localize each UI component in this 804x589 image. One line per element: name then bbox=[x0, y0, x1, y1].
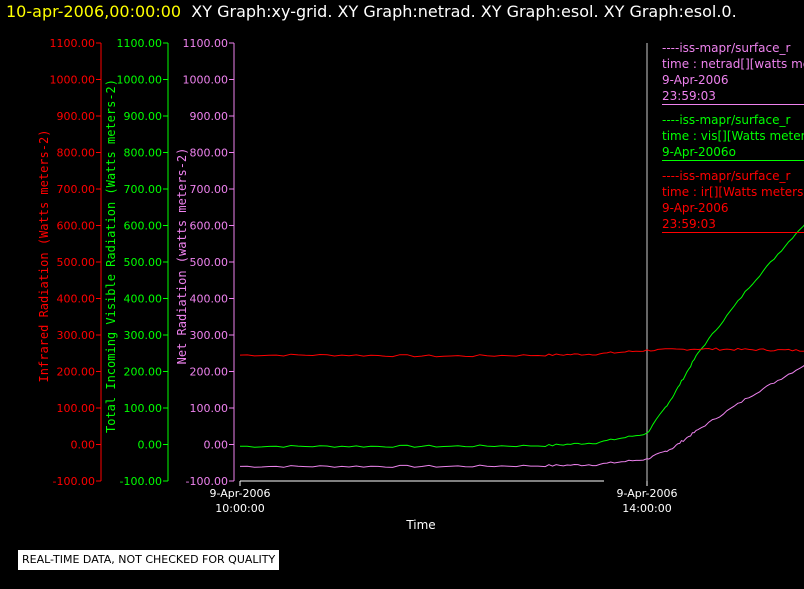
legend-line: 9-Apr-2006 bbox=[662, 73, 729, 87]
legend: ----iss-mapr/surface_rtime : netrad[][wa… bbox=[662, 40, 804, 240]
legend-separator bbox=[662, 104, 804, 105]
y-tick-label-netrad: 1000.00 bbox=[183, 74, 229, 87]
y-tick-label-netrad: 600.00 bbox=[190, 220, 229, 233]
y-tick-label-ir: 400.00 bbox=[57, 293, 96, 306]
y-tick-label-vis: 800.00 bbox=[124, 147, 163, 160]
x-tick-label: 14:00:00 bbox=[622, 502, 671, 515]
legend-line: ----iss-mapr/surface_r bbox=[662, 113, 791, 127]
y-tick-label-vis: 1000.00 bbox=[117, 74, 163, 87]
y-tick-label-netrad: 400.00 bbox=[190, 293, 229, 306]
y-tick-label-ir: 600.00 bbox=[57, 220, 96, 233]
quality-disclaimer: REAL-TIME DATA, NOT CHECKED FOR QUALITY bbox=[18, 550, 280, 570]
y-tick-label-netrad: 300.00 bbox=[190, 329, 229, 342]
legend-line: 23:59:03 bbox=[662, 89, 716, 103]
y-tick-label-vis: -100.00 bbox=[120, 475, 162, 488]
y-tick-label-netrad: 0.00 bbox=[204, 439, 229, 452]
y-tick-label-ir: 200.00 bbox=[57, 366, 96, 379]
y-tick-label-netrad: 900.00 bbox=[190, 110, 229, 123]
y-tick-label-ir: 100.00 bbox=[57, 402, 96, 415]
y-tick-label-netrad: 200.00 bbox=[190, 366, 229, 379]
x-tick-label: 10:00:00 bbox=[215, 502, 264, 515]
y-tick-label-vis: 100.00 bbox=[124, 402, 163, 415]
legend-line: ----iss-mapr/surface_r bbox=[662, 41, 791, 55]
y-tick-label-ir: 1000.00 bbox=[50, 74, 96, 87]
legend-line: time : vis[][Watts meter bbox=[662, 129, 804, 143]
y-tick-label-ir: 1100.00 bbox=[50, 37, 96, 50]
y-tick-label-vis: 500.00 bbox=[124, 256, 163, 269]
x-axis-label: Time bbox=[405, 518, 435, 532]
legend-line: 23:59:03 bbox=[662, 217, 716, 231]
y-tick-label-vis: 400.00 bbox=[124, 293, 163, 306]
y-tick-label-vis: 300.00 bbox=[124, 329, 163, 342]
legend-separator bbox=[662, 160, 804, 161]
y-tick-label-vis: 1100.00 bbox=[117, 37, 163, 50]
legend-entry: ----iss-mapr/surface_rtime : ir[][Watts … bbox=[662, 168, 804, 240]
y-tick-label-ir: 0.00 bbox=[71, 439, 96, 452]
y-tick-label-ir: 300.00 bbox=[57, 329, 96, 342]
y-tick-label-ir: -100.00 bbox=[53, 475, 95, 488]
x-tick-label: 9-Apr-2006 bbox=[209, 487, 270, 500]
legend-separator bbox=[662, 232, 804, 233]
legend-line: 9-Apr-2006 bbox=[662, 201, 729, 215]
y-tick-label-ir: 500.00 bbox=[57, 256, 96, 269]
legend-entry: ----iss-mapr/surface_rtime : vis[][Watts… bbox=[662, 112, 804, 168]
y-tick-label-netrad: 700.00 bbox=[190, 183, 229, 196]
legend-line: ----iss-mapr/surface_r bbox=[662, 169, 791, 183]
y-tick-label-ir: 700.00 bbox=[57, 183, 96, 196]
y-tick-label-ir: 800.00 bbox=[57, 147, 96, 160]
y-axis-label-vis: Total Incoming Visible Radiation (Watts … bbox=[104, 79, 118, 433]
y-tick-label-vis: 0.00 bbox=[138, 439, 163, 452]
y-tick-label-netrad: 800.00 bbox=[190, 147, 229, 160]
y-tick-label-netrad: 500.00 bbox=[190, 256, 229, 269]
y-tick-label-ir: 900.00 bbox=[57, 110, 96, 123]
y-tick-label-vis: 600.00 bbox=[124, 220, 163, 233]
y-axis-label-netrad: Net Radiation (watts meters-2) bbox=[175, 148, 189, 365]
legend-line: time : netrad[][watts me bbox=[662, 57, 804, 71]
x-tick-label: 9-Apr-2006 bbox=[616, 487, 677, 500]
y-tick-label-vis: 700.00 bbox=[124, 183, 163, 196]
legend-line: time : ir[][Watts meters bbox=[662, 185, 804, 199]
legend-entry: ----iss-mapr/surface_rtime : netrad[][wa… bbox=[662, 40, 804, 112]
series-line-ir bbox=[239, 347, 804, 358]
y-tick-label-vis: 200.00 bbox=[124, 366, 163, 379]
y-axis-label-ir: Infrared Radiation (Watts meters-2) bbox=[37, 130, 51, 383]
legend-line: 9-Apr-2006o bbox=[662, 145, 736, 159]
y-tick-label-netrad: 100.00 bbox=[190, 402, 229, 415]
y-tick-label-vis: 900.00 bbox=[124, 110, 163, 123]
y-tick-label-netrad: 1100.00 bbox=[183, 37, 229, 50]
